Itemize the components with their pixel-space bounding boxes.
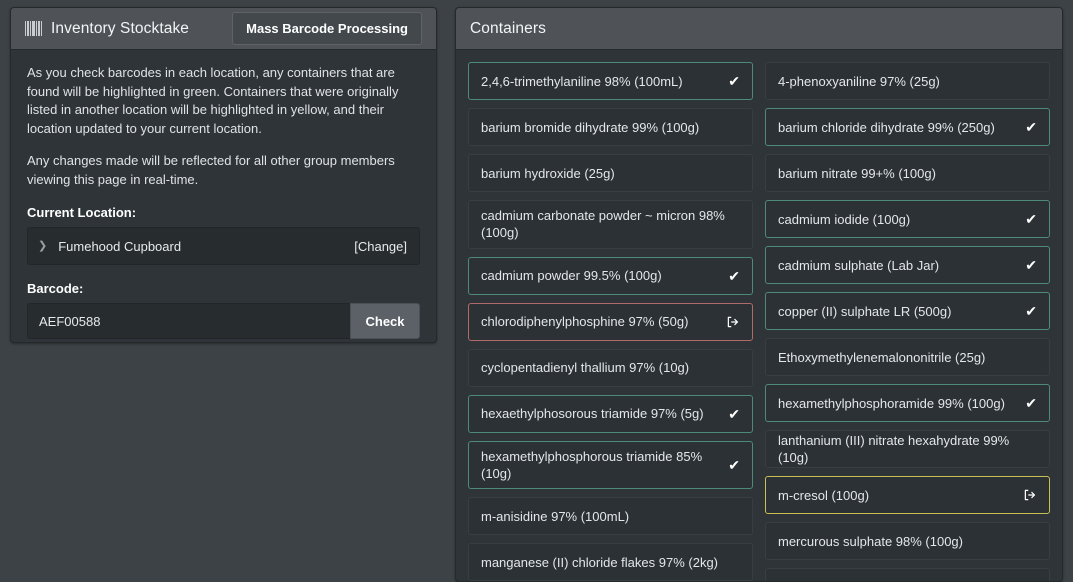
container-item-label: cadmium carbonate powder ~ micron 98% (1… <box>481 208 725 241</box>
help-paragraph-1: As you check barcodes in each location, … <box>27 65 399 136</box>
container-item-label: barium bromide dihydrate 99% (100g) <box>481 119 700 135</box>
sign-out-icon <box>726 315 740 329</box>
chevron-right-icon: ❯ <box>38 239 48 252</box>
container-item[interactable]: 2,4,6-trimethylaniline 98% (100mL) ✔ <box>468 62 753 100</box>
container-item-label: cyclopentadienyl thallium 97% (10g) <box>481 360 690 375</box>
check-icon: ✔ <box>1025 257 1037 273</box>
container-item[interactable]: mercurous sulphate 98% (100g) <box>765 522 1050 560</box>
container-item-label: hexamethylphosphoramide 99% (100g) <box>778 395 1005 411</box>
container-item[interactable]: cadmium iodide (100g) ✔ <box>765 200 1050 238</box>
check-button[interactable]: Check <box>350 303 420 339</box>
current-location-value: Fumehood Cupboard <box>58 238 182 254</box>
app-root: Inventory Stocktake Mass Barcode Process… <box>0 0 1073 582</box>
container-item[interactable]: lanthanium (III) nitrate hexahydrate 99%… <box>765 430 1050 468</box>
inventory-stocktake-body: As you check barcodes in each location, … <box>11 50 436 342</box>
containers-panel: Containers 2,4,6-trimethylaniline 98% (1… <box>455 7 1063 582</box>
barcode-label: Barcode: <box>27 281 84 296</box>
container-item[interactable]: cadmium sulphate (Lab Jar) ✔ <box>765 246 1050 284</box>
page-title: Inventory Stocktake <box>25 20 189 38</box>
container-item-label: manganese (II) chloride flakes 97% (2kg) <box>481 554 719 570</box>
container-item[interactable]: manganese (II) chloride flakes 97% (2kg) <box>468 543 753 581</box>
container-item-label: 4-phenoxyaniline 97% (25g) <box>778 73 940 89</box>
container-item-label: mercurous sulphate 98% (100g) <box>778 533 963 549</box>
containers-list: 2,4,6-trimethylaniline 98% (100mL) ✔ bariu… <box>456 50 1062 581</box>
container-item-label: cadmium powder 99.5% (100g) <box>481 268 662 283</box>
sign-out-icon <box>1023 488 1037 502</box>
current-location-value-group: ❯ Fumehood Cupboard <box>38 239 181 254</box>
barcode-input-group: Check <box>27 303 420 339</box>
container-item-label: hexaethylphosorous triamide 97% (5g) <box>481 406 704 421</box>
barcode-input[interactable] <box>27 303 350 339</box>
container-item-label: Ethoxymethylenemalononitrile (25g) <box>778 349 986 365</box>
container-item[interactable]: barium chloride dihydrate 99% (250g) ✔ <box>765 108 1050 146</box>
inventory-stocktake-header: Inventory Stocktake Mass Barcode Process… <box>11 8 436 50</box>
containers-column-1: 2,4,6-trimethylaniline 98% (100mL) ✔ bariu… <box>468 62 753 581</box>
page-title-label: Inventory Stocktake <box>51 19 190 37</box>
containers-title: Containers <box>470 19 546 37</box>
container-item-label: hexamethylphosphorous triamide 85% (10g) <box>481 448 703 481</box>
containers-header: Containers <box>456 8 1062 50</box>
container-item[interactable] <box>765 568 1050 581</box>
inventory-stocktake-panel: Inventory Stocktake Mass Barcode Process… <box>10 7 437 343</box>
container-item-label: lanthanium (III) nitrate hexahydrate 99%… <box>778 433 1010 465</box>
container-item-label: cadmium iodide (100g) <box>778 211 911 227</box>
barcode-icon <box>25 21 42 36</box>
container-item[interactable]: chlorodiphenylphosphine 97% (50g) <box>468 302 753 341</box>
container-item[interactable]: hexamethylphosphorous triamide 85% (10g)… <box>468 440 753 489</box>
container-item[interactable]: m-anisidine 97% (100mL) <box>468 497 753 535</box>
current-location-label: Current Location: <box>27 205 137 220</box>
container-item[interactable]: barium bromide dihydrate 99% (100g) <box>468 108 753 146</box>
current-location-row[interactable]: ❯ Fumehood Cupboard [Change] <box>27 227 420 265</box>
container-item[interactable]: copper (II) sulphate LR (500g) ✔ <box>765 292 1050 330</box>
change-location-link[interactable]: [Change] <box>354 239 407 254</box>
check-icon: ✔ <box>1025 119 1037 135</box>
container-item[interactable]: hexamethylphosphoramide 99% (100g) ✔ <box>765 384 1050 422</box>
help-paragraph-2: Any changes made will be reflected for a… <box>27 153 395 187</box>
check-icon: ✔ <box>728 456 740 473</box>
container-item-label: barium chloride dihydrate 99% (250g) <box>778 119 995 135</box>
check-icon: ✔ <box>728 405 740 422</box>
mass-barcode-processing-button[interactable]: Mass Barcode Processing <box>232 12 422 45</box>
container-item[interactable]: cadmium carbonate powder ~ micron 98% (1… <box>468 200 753 249</box>
container-item[interactable]: m-cresol (100g) <box>765 476 1050 514</box>
containers-column-2: 4-phenoxyaniline 97% (25g) barium chlorid… <box>765 62 1050 581</box>
container-item-label: barium nitrate 99+% (100g) <box>778 165 936 181</box>
container-item[interactable]: barium hydroxide (25g) <box>468 154 753 192</box>
container-item[interactable]: hexaethylphosorous triamide 97% (5g) ✔ <box>468 394 753 433</box>
container-item-label: m-cresol (100g) <box>778 487 870 503</box>
container-item-label: chlorodiphenylphosphine 97% (50g) <box>481 314 689 329</box>
container-item[interactable]: cadmium powder 99.5% (100g) ✔ <box>468 256 753 295</box>
container-item-label: 2,4,6-trimethylaniline 98% (100mL) <box>481 73 683 89</box>
check-icon: ✔ <box>1025 395 1037 411</box>
check-icon: ✔ <box>728 73 740 89</box>
container-item-label: copper (II) sulphate LR (500g) <box>778 303 952 319</box>
container-item[interactable]: 4-phenoxyaniline 97% (25g) <box>765 62 1050 100</box>
check-icon: ✔ <box>728 267 740 284</box>
container-item-label: barium hydroxide (25g) <box>481 165 615 181</box>
container-item-label: cadmium sulphate (Lab Jar) <box>778 257 940 273</box>
check-icon: ✔ <box>1025 211 1037 227</box>
container-item[interactable]: Ethoxymethylenemalononitrile (25g) <box>765 338 1050 376</box>
container-item[interactable]: barium nitrate 99+% (100g) <box>765 154 1050 192</box>
check-icon: ✔ <box>1025 303 1037 319</box>
container-item[interactable]: cyclopentadienyl thallium 97% (10g) <box>468 348 753 387</box>
container-item-label: m-anisidine 97% (100mL) <box>481 508 630 524</box>
